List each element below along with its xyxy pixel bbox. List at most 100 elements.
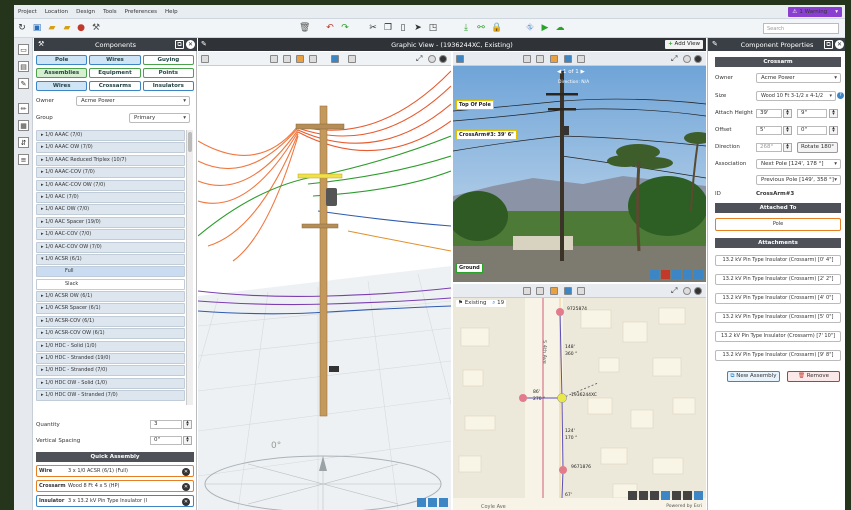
attachment-item[interactable]: 13.2 kV Pin Type Insulator (Crossarm) [4… — [715, 293, 841, 304]
properties-popout-icon[interactable]: ⧉ — [824, 40, 833, 49]
graphic-edit-icon[interactable]: ✎ — [201, 40, 207, 48]
map-tool-b[interactable] — [536, 287, 544, 295]
photo-close-icon[interactable] — [694, 55, 702, 63]
expand-icon[interactable]: ⤢ — [416, 55, 424, 63]
attachment-item[interactable]: 13.2 kV Pin Type Insulator (Crossarm) [9… — [715, 350, 841, 361]
prop-size-select[interactable]: Wood 10 Ft 3-1/2 x 4-1/2 — [756, 91, 836, 101]
map-tool-e[interactable] — [577, 287, 585, 295]
pencil-icon[interactable]: ✏ — [18, 103, 29, 114]
list-item[interactable]: 1/0 AAAC-COV OW (7/0) — [36, 179, 185, 191]
list-item[interactable]: 1/0 ACSR Spacer (6/1) — [36, 303, 185, 315]
close-icon[interactable]: ✕ — [186, 40, 195, 49]
camera-icon[interactable] — [331, 55, 339, 63]
copy-icon[interactable]: ❐ — [383, 23, 393, 33]
attachment-item[interactable]: 13.2 kV Pin Type Insulator (Crossarm) [7… — [715, 331, 841, 342]
page-icon[interactable]: ▭ — [18, 44, 29, 55]
spacing-stepper[interactable]: ▴ ▾ — [183, 436, 192, 445]
list-item[interactable]: 1/0 HDC - Stranded (7/0) — [36, 365, 185, 377]
map-expand-icon[interactable]: ⤢ — [671, 287, 679, 295]
page-toggle-icon[interactable] — [201, 55, 209, 63]
edit-icon[interactable]: ✎ — [18, 78, 29, 89]
remove-quick-icon[interactable]: ✕ — [182, 498, 190, 506]
scroll-thumb[interactable] — [188, 132, 192, 152]
map-close-icon[interactable] — [694, 287, 702, 295]
crossarm-selected[interactable] — [297, 173, 343, 179]
quick-assembly-item[interactable]: Crossarm Wood 8 Ft 4 x 5 (HP) ✕ — [36, 480, 194, 492]
tab-guying[interactable]: Guying — [142, 55, 194, 65]
ground-label[interactable]: Ground — [456, 263, 483, 273]
list-item[interactable]: 1/0 ACSR-COV (6/1) — [36, 315, 185, 327]
photo-settings-icon[interactable] — [683, 55, 691, 63]
list-item[interactable]: 1/0 HDC - Solid (1/0) — [36, 340, 185, 352]
offset-in-stepper[interactable]: ▴ ▾ — [829, 126, 838, 135]
offset-ft[interactable]: 5' — [756, 126, 782, 135]
quantity-stepper[interactable]: ▴ ▾ — [183, 420, 192, 429]
cloud-icon[interactable]: ☁ — [555, 23, 565, 33]
help-icon[interactable]: ? — [837, 92, 844, 99]
map-draw-icon[interactable] — [628, 491, 637, 500]
list-sub-item[interactable]: Full — [36, 266, 185, 278]
offset-ft-stepper[interactable]: ▴ ▾ — [783, 126, 792, 135]
link-icon[interactable]: ⚯ — [476, 23, 486, 33]
menu-project[interactable]: Project — [18, 9, 37, 15]
tab-pole[interactable]: Pole — [36, 55, 88, 65]
crossarm-top[interactable] — [295, 123, 345, 130]
list-item[interactable]: 1/0 ACSR-COV OW (6/1) — [36, 328, 185, 340]
lock-icon[interactable]: 🔒 — [491, 23, 502, 33]
open-icon[interactable]: ▰ — [62, 23, 72, 33]
3d-settings-icon[interactable] — [428, 55, 436, 63]
snapshot-icon[interactable] — [348, 55, 356, 63]
layers-toggle-icon[interactable]: ⚑ — [458, 300, 465, 306]
tab-wires-sub[interactable]: Wires — [36, 81, 88, 91]
crossarm-lower[interactable] — [301, 223, 339, 229]
search-input[interactable]: Search — [763, 23, 839, 34]
spacing-input[interactable]: 0" — [150, 436, 182, 445]
add-view-button[interactable]: + Add View — [665, 40, 703, 49]
list-item[interactable]: 1/0 HDC - Stranded (19/0) — [36, 353, 185, 365]
tab-equipment[interactable]: Equipment — [89, 68, 141, 78]
select-icon[interactable]: ◳ — [428, 23, 438, 33]
bookmark-icon[interactable] — [428, 498, 437, 507]
map-view-pane[interactable]: ⤢ S 4th Ave Coyle Ave 9725874 1936244XC … — [453, 284, 706, 510]
measure-icon[interactable] — [309, 55, 317, 63]
photo-mark-icon[interactable] — [661, 270, 670, 279]
photo-tool-d[interactable] — [564, 55, 572, 63]
list-item[interactable]: 1/0 AAC-COV OW (7/0) — [36, 241, 185, 253]
warning-badge[interactable]: ⚠ 1 Warning ▾ — [788, 7, 842, 17]
new-assembly-button[interactable]: ⧉ New Assembly — [727, 371, 780, 382]
map-tool-a[interactable] — [523, 287, 531, 295]
list-item[interactable]: 1/0 AAC-COV (7/0) — [36, 229, 185, 241]
menu-tools[interactable]: Tools — [103, 9, 117, 15]
quantity-input[interactable]: 3 — [150, 420, 182, 429]
view-top-icon[interactable] — [296, 55, 304, 63]
redo-icon[interactable]: ↷ — [340, 23, 350, 33]
photo-tool-c[interactable] — [550, 55, 558, 63]
map-export-icon[interactable] — [683, 491, 692, 500]
tools-icon-3d[interactable] — [439, 498, 448, 507]
remove-quick-icon[interactable]: ✕ — [182, 483, 190, 491]
view-side-icon[interactable] — [283, 55, 291, 63]
play-icon[interactable]: ▶ — [540, 23, 550, 33]
map-tool-d[interactable] — [564, 287, 572, 295]
direction-input[interactable]: 268° — [756, 143, 782, 152]
quick-assembly-item[interactable]: Insulator 3 x 13.2 kV Pin Type Insulator … — [36, 495, 194, 507]
list-item[interactable]: 1/0 AAAC (7/0) — [36, 130, 185, 141]
list-item[interactable]: 1/0 HDC OW - Stranded (7/0) — [36, 390, 185, 402]
list-item[interactable]: 1/0 AAC Spacer (19/0) — [36, 216, 185, 228]
delete-icon[interactable]: 🗑 — [299, 23, 310, 33]
paste-icon[interactable]: ▯ — [398, 23, 408, 33]
map-pole-selected[interactable] — [557, 393, 567, 403]
refresh-icon[interactable]: ↻ — [17, 23, 27, 33]
save-icon[interactable]: ▣ — [32, 23, 42, 33]
crossarm-height-label[interactable]: CrossArm#3: 39' 6" — [456, 130, 517, 140]
tab-crossarms[interactable]: Crossarms — [89, 81, 141, 91]
map-pole-west[interactable] — [519, 394, 527, 402]
menu-help[interactable]: Help — [165, 9, 178, 15]
hierarchy-icon[interactable]: ⛗ — [525, 23, 535, 33]
folder-icon[interactable]: ▰ — [47, 23, 57, 33]
quick-assembly-item[interactable]: Wire 3 x 1/0 ACSR (6/1) (Full) ✕ — [36, 465, 194, 477]
tab-points[interactable]: Points — [142, 68, 194, 78]
photo-tool-a[interactable] — [523, 55, 531, 63]
tab-assemblies[interactable]: Assemblies — [36, 68, 88, 78]
photo-measure-icon[interactable] — [683, 270, 692, 279]
